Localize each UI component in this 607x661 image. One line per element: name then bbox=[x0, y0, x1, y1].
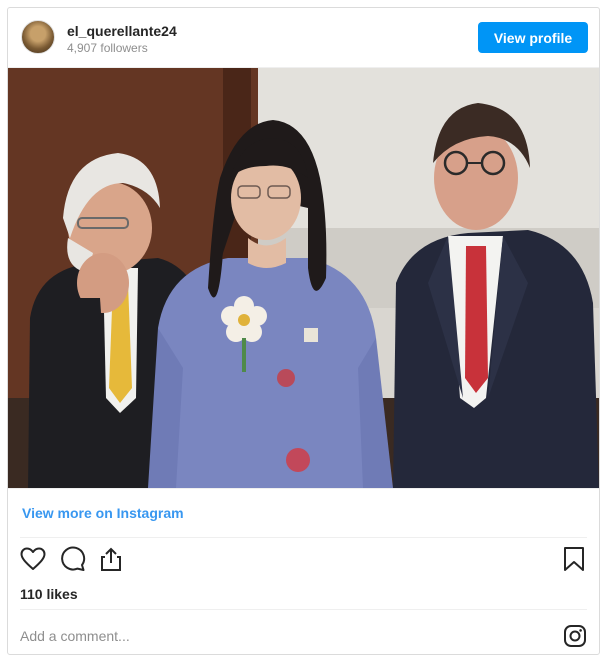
share-icon[interactable] bbox=[96, 544, 126, 574]
post-image[interactable] bbox=[8, 67, 599, 489]
divider bbox=[20, 609, 587, 610]
heart-icon[interactable] bbox=[18, 544, 48, 574]
comment-input[interactable] bbox=[20, 624, 540, 648]
bookmark-icon[interactable] bbox=[559, 544, 589, 574]
like-count: 110 likes bbox=[20, 586, 78, 602]
post-header: el_querellante24 4,907 followers View pr… bbox=[8, 8, 599, 67]
comment-icon[interactable] bbox=[58, 544, 88, 574]
follower-count: 4,907 followers bbox=[67, 41, 148, 55]
divider bbox=[20, 537, 587, 538]
view-profile-button[interactable]: View profile bbox=[478, 22, 588, 53]
comment-row bbox=[8, 616, 599, 656]
instagram-icon[interactable] bbox=[563, 624, 587, 648]
avatar[interactable] bbox=[21, 20, 55, 54]
view-more-link[interactable]: View more on Instagram bbox=[22, 505, 184, 521]
action-bar bbox=[8, 544, 599, 580]
username[interactable]: el_querellante24 bbox=[67, 23, 177, 39]
instagram-embed-card: el_querellante24 4,907 followers View pr… bbox=[7, 7, 600, 655]
